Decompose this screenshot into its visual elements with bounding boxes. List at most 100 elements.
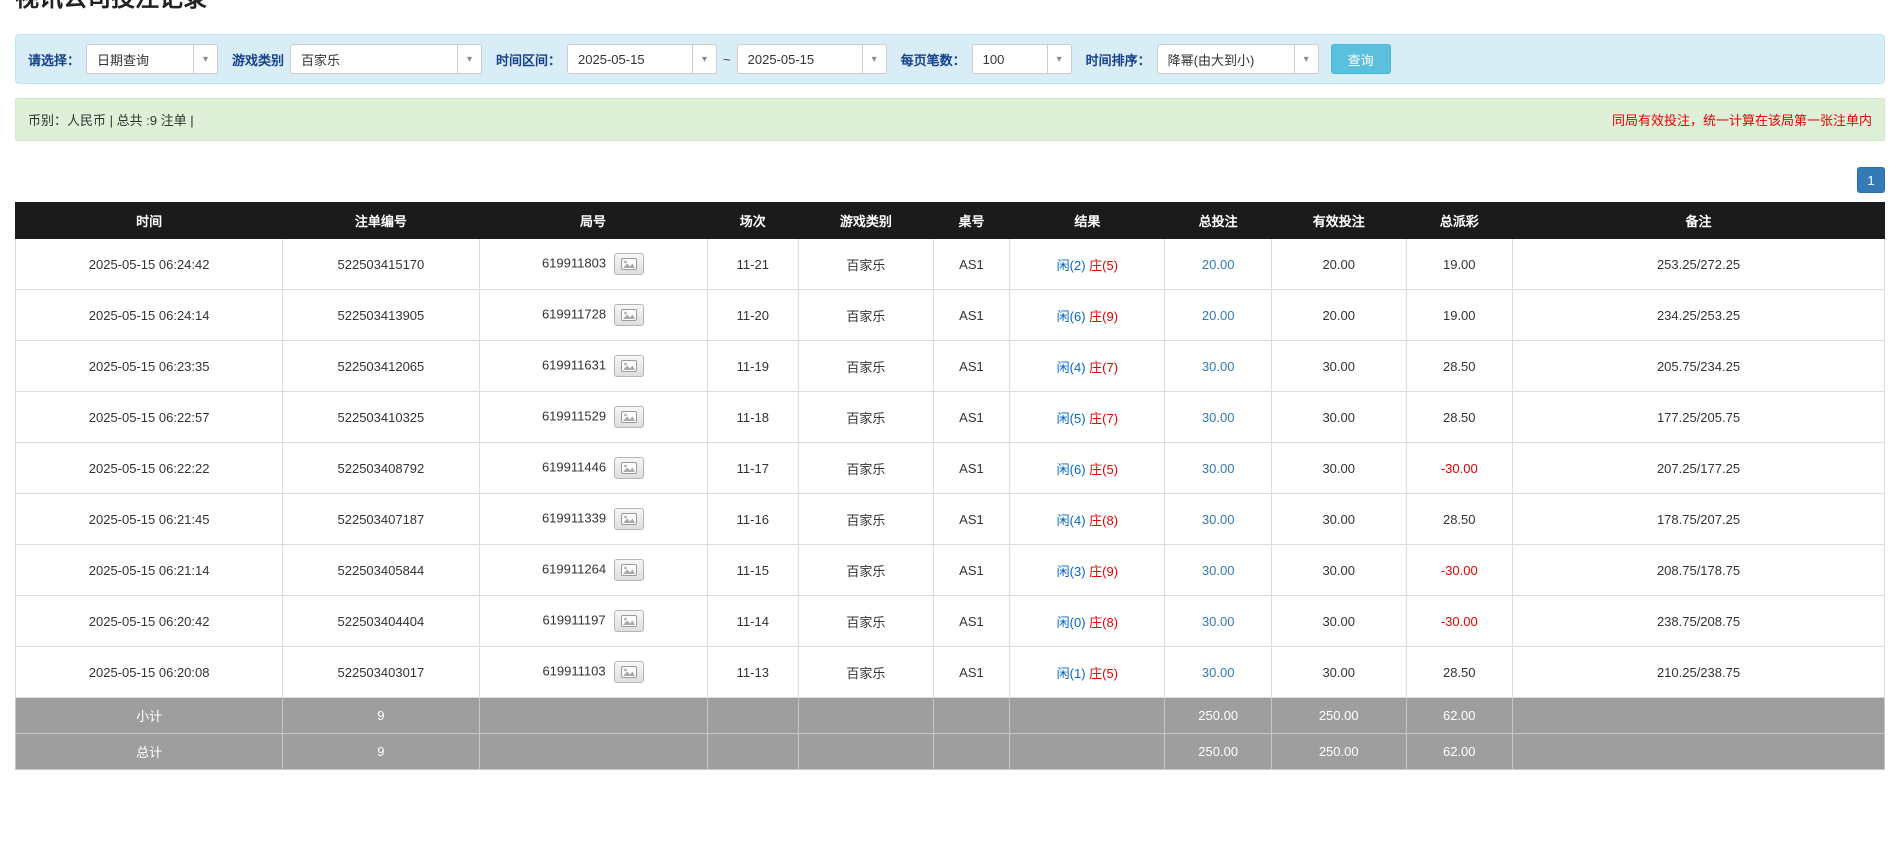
banker-result: 庄(7) bbox=[1089, 411, 1118, 426]
summary-row: 总计9250.00250.0062.00 bbox=[16, 734, 1885, 770]
cell-round-id: 619911446 bbox=[479, 443, 707, 494]
banker-result: 庄(8) bbox=[1089, 615, 1118, 630]
cell-total-bet[interactable]: 30.00 bbox=[1165, 647, 1272, 698]
summary-row-cell: 9 bbox=[283, 698, 479, 734]
summary-note-text: 同局有效投注，统一计算在该局第一张注单内 bbox=[1612, 110, 1872, 129]
cell-bet-id: 522503415170 bbox=[283, 239, 479, 290]
query-type-select[interactable]: 日期查询 ▾ bbox=[86, 44, 218, 74]
date-from-select[interactable]: 2025-05-15 ▾ bbox=[567, 44, 717, 74]
cell-table-number: AS1 bbox=[933, 239, 1010, 290]
column-header: 游戏类别 bbox=[799, 203, 934, 239]
player-result: 闲(3) bbox=[1057, 564, 1086, 579]
cell-table-number: AS1 bbox=[933, 341, 1010, 392]
player-result: 闲(6) bbox=[1057, 309, 1086, 324]
cell-payout: 19.00 bbox=[1406, 290, 1513, 341]
cell-total-bet[interactable]: 20.00 bbox=[1165, 239, 1272, 290]
game-type-select[interactable]: 百家乐 ▾ bbox=[290, 44, 482, 74]
filter-bar: 请选择： 日期查询 ▾ 游戏类别 百家乐 ▾ 时间区间： 2025-05-15 … bbox=[15, 34, 1885, 84]
query-type-value: 日期查询 bbox=[97, 50, 185, 69]
cell-game-type: 百家乐 bbox=[799, 443, 934, 494]
cell-time: 2025-05-15 06:24:42 bbox=[16, 239, 283, 290]
table-row: 2025-05-15 06:21:45522503407187619911339… bbox=[16, 494, 1885, 545]
table-row: 2025-05-15 06:22:22522503408792619911446… bbox=[16, 443, 1885, 494]
cell-game-type: 百家乐 bbox=[799, 545, 934, 596]
view-cards-button[interactable] bbox=[614, 661, 644, 683]
card-image-icon bbox=[621, 411, 637, 423]
cell-total-bet[interactable]: 30.00 bbox=[1165, 341, 1272, 392]
chevron-down-icon: ▾ bbox=[1047, 45, 1071, 73]
cell-total-bet[interactable]: 30.00 bbox=[1165, 443, 1272, 494]
date-from-value: 2025-05-15 bbox=[578, 52, 684, 67]
cell-round-id: 619911197 bbox=[479, 596, 707, 647]
cell-result: 闲(0) 庄(8) bbox=[1010, 596, 1165, 647]
date-to-select[interactable]: 2025-05-15 ▾ bbox=[737, 44, 887, 74]
summary-bar: 币别：人民币 | 总共 :9 注单 | 同局有效投注，统一计算在该局第一张注单内 bbox=[15, 98, 1885, 141]
cell-bet-id: 522503408792 bbox=[283, 443, 479, 494]
page-size-label: 每页笔数： bbox=[901, 50, 966, 69]
cell-total-bet[interactable]: 30.00 bbox=[1165, 392, 1272, 443]
cell-total-bet[interactable]: 30.00 bbox=[1165, 494, 1272, 545]
cell-result: 闲(4) 庄(7) bbox=[1010, 341, 1165, 392]
view-cards-button[interactable] bbox=[614, 304, 644, 326]
cell-session: 11-19 bbox=[707, 341, 799, 392]
cell-session: 11-13 bbox=[707, 647, 799, 698]
cell-payout: -30.00 bbox=[1406, 443, 1513, 494]
view-cards-button[interactable] bbox=[614, 610, 644, 632]
banker-result: 庄(8) bbox=[1089, 513, 1118, 528]
cell-note: 205.75/234.25 bbox=[1513, 341, 1885, 392]
round-id-text: 619911631 bbox=[542, 357, 606, 372]
summary-row-label: 总计 bbox=[16, 734, 283, 770]
card-image-icon bbox=[621, 513, 637, 525]
cell-game-type: 百家乐 bbox=[799, 290, 934, 341]
summary-row-cell: 250.00 bbox=[1271, 698, 1406, 734]
page-size-select[interactable]: 100 ▾ bbox=[972, 44, 1072, 74]
table-row: 2025-05-15 06:22:57522503410325619911529… bbox=[16, 392, 1885, 443]
summary-row-cell bbox=[707, 698, 799, 734]
banker-result: 庄(7) bbox=[1089, 360, 1118, 375]
view-cards-button[interactable] bbox=[614, 253, 644, 275]
cell-table-number: AS1 bbox=[933, 443, 1010, 494]
cell-total-bet[interactable]: 20.00 bbox=[1165, 290, 1272, 341]
cell-time: 2025-05-15 06:21:45 bbox=[16, 494, 283, 545]
view-cards-button[interactable] bbox=[614, 457, 644, 479]
table-row: 2025-05-15 06:20:42522503404404619911197… bbox=[16, 596, 1885, 647]
cell-game-type: 百家乐 bbox=[799, 647, 934, 698]
currency-summary-text: 币别：人民币 | 总共 :9 注单 | bbox=[28, 110, 194, 129]
page-title: 视讯公司投注记录 bbox=[15, 0, 1885, 14]
player-result: 闲(4) bbox=[1057, 513, 1086, 528]
cell-round-id: 619911264 bbox=[479, 545, 707, 596]
search-button[interactable]: 查询 bbox=[1331, 44, 1391, 74]
cell-result: 闲(3) 庄(9) bbox=[1010, 545, 1165, 596]
column-header: 局号 bbox=[479, 203, 707, 239]
cell-payout: -30.00 bbox=[1406, 545, 1513, 596]
player-result: 闲(2) bbox=[1057, 258, 1086, 273]
page-1-button[interactable]: 1 bbox=[1857, 167, 1885, 193]
page: 视讯公司投注记录 请选择： 日期查询 ▾ 游戏类别 百家乐 ▾ 时间区间： 20… bbox=[0, 0, 1900, 770]
cell-payout: 28.50 bbox=[1406, 392, 1513, 443]
cell-bet-id: 522503412065 bbox=[283, 341, 479, 392]
round-id-text: 619911264 bbox=[542, 561, 606, 576]
banker-result: 庄(5) bbox=[1089, 666, 1118, 681]
view-cards-button[interactable] bbox=[614, 559, 644, 581]
card-image-icon bbox=[621, 309, 637, 321]
chevron-down-icon: ▾ bbox=[457, 45, 481, 73]
view-cards-button[interactable] bbox=[614, 508, 644, 530]
column-header: 场次 bbox=[707, 203, 799, 239]
cell-total-bet[interactable]: 30.00 bbox=[1165, 596, 1272, 647]
page-size-value: 100 bbox=[983, 52, 1039, 67]
cell-time: 2025-05-15 06:22:57 bbox=[16, 392, 283, 443]
cell-total-bet[interactable]: 30.00 bbox=[1165, 545, 1272, 596]
sort-order-select[interactable]: 降幂(由大到小) ▾ bbox=[1157, 44, 1319, 74]
card-image-icon bbox=[621, 462, 637, 474]
cell-game-type: 百家乐 bbox=[799, 239, 934, 290]
cell-valid-bet: 30.00 bbox=[1271, 341, 1406, 392]
table-row: 2025-05-15 06:24:14522503413905619911728… bbox=[16, 290, 1885, 341]
cell-result: 闲(1) 庄(5) bbox=[1010, 647, 1165, 698]
cell-session: 11-15 bbox=[707, 545, 799, 596]
round-id-text: 619911446 bbox=[542, 459, 606, 474]
summary-row-cell bbox=[933, 698, 1010, 734]
query-type-label: 请选择： bbox=[28, 50, 80, 69]
date-range-separator: ~ bbox=[723, 52, 731, 67]
view-cards-button[interactable] bbox=[614, 406, 644, 428]
view-cards-button[interactable] bbox=[614, 355, 644, 377]
